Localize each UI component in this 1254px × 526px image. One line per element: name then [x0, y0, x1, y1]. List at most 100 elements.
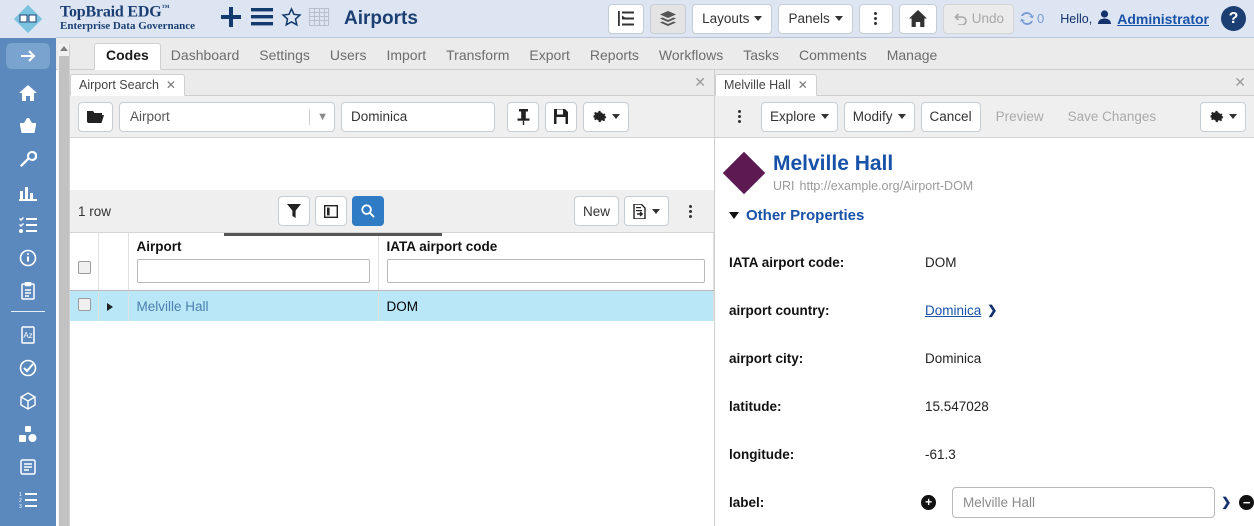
save-changes-button: Save Changes — [1058, 101, 1166, 132]
results-more-button[interactable] — [674, 196, 706, 226]
header-more-button[interactable] — [858, 3, 893, 34]
outline-toggle-button[interactable] — [608, 3, 645, 34]
column-header-airport[interactable]: Airport — [128, 233, 379, 291]
label-value-input[interactable]: Melville Hall — [951, 486, 1216, 518]
layouts-label: Layouts — [702, 11, 750, 26]
export-button[interactable] — [624, 196, 669, 226]
cancel-button[interactable]: Cancel — [920, 101, 981, 132]
other-properties-section-header[interactable]: Other Properties — [715, 193, 1254, 224]
property-label: IATA airport code: — [729, 254, 845, 270]
cancel-label: Cancel — [929, 109, 972, 124]
sidebar-item-shapes[interactable] — [6, 417, 50, 450]
properties-list: IATA airport code: DOM airport country: … — [715, 224, 1254, 526]
scroll-up-arrow-icon[interactable] — [60, 46, 68, 51]
panel-tab-label: Airport Search — [79, 78, 159, 92]
sidebar-item-checklist[interactable] — [6, 208, 50, 241]
airport-link[interactable]: Melville Hall — [137, 299, 209, 314]
hamburger-icon[interactable] — [250, 6, 274, 31]
sidebar-item-cube[interactable] — [6, 384, 50, 417]
tab-settings[interactable]: Settings — [249, 43, 320, 69]
sidebar-item-wrench[interactable] — [6, 142, 50, 175]
sidebar-item-glossary-az[interactable]: Az — [6, 318, 50, 351]
explore-button[interactable]: Explore — [761, 101, 838, 132]
airport-search-panel: Airport Search ✕ ✕ Airport ▼ Dominica 1 … — [70, 70, 714, 526]
resource-more-button[interactable] — [723, 102, 755, 132]
column-header-iata[interactable]: IATA airport code — [378, 233, 714, 291]
right-panel-close-icon[interactable]: ✕ — [1234, 74, 1246, 91]
sidebar-item-check-circle[interactable] — [6, 351, 50, 384]
panels-button[interactable]: Panels — [778, 3, 853, 34]
resource-settings-button[interactable] — [1200, 101, 1246, 132]
tab-comments[interactable]: Comments — [789, 43, 877, 69]
search-button[interactable] — [351, 196, 384, 226]
triangle-down-icon — [729, 212, 739, 220]
plus-icon[interactable] — [219, 5, 243, 32]
tab-reports[interactable]: Reports — [580, 43, 649, 69]
home-button[interactable] — [898, 3, 937, 34]
tab-manage[interactable]: Manage — [877, 43, 948, 69]
chevron-down-icon — [897, 114, 906, 119]
left-panel-close-icon[interactable]: ✕ — [694, 74, 706, 91]
search-type-select[interactable]: Airport ▼ — [119, 101, 335, 132]
sidebar-item-document[interactable] — [6, 450, 50, 483]
panel-tab-melville-hall[interactable]: Melville Hall ✕ — [715, 74, 817, 96]
chevron-down-icon[interactable]: ❯ — [1221, 495, 1231, 509]
project-title: Airports — [344, 7, 418, 29]
layers-toggle-button[interactable] — [650, 3, 687, 34]
tab-export[interactable]: Export — [519, 43, 579, 69]
chevron-down-icon[interactable]: ❯ — [987, 303, 997, 317]
sidebar-item-expand-arrow[interactable] — [6, 43, 50, 69]
save-button[interactable] — [545, 101, 577, 132]
sidebar-item-info[interactable] — [6, 241, 50, 274]
open-folder-button[interactable] — [78, 101, 113, 132]
modify-button[interactable]: Modify — [843, 101, 915, 132]
star-icon[interactable] — [281, 6, 302, 31]
remove-value-icon[interactable]: − — [1239, 494, 1254, 510]
tab-workflows[interactable]: Workflows — [649, 43, 733, 69]
sidebar-item-home[interactable] — [6, 76, 50, 109]
help-button[interactable]: ? — [1221, 6, 1246, 31]
sidebar-item-basket[interactable] — [6, 109, 50, 142]
add-value-icon[interactable]: + — [921, 494, 936, 510]
close-icon[interactable]: ✕ — [798, 78, 808, 92]
tab-codes[interactable]: Codes — [94, 43, 161, 70]
sync-status[interactable]: 0 — [1020, 11, 1044, 26]
column-filter-iata[interactable] — [386, 259, 705, 283]
chevron-down-icon — [754, 16, 763, 21]
tab-transform[interactable]: Transform — [436, 43, 519, 69]
property-label: label: — [729, 494, 765, 510]
property-value-link[interactable]: Dominica — [925, 303, 981, 318]
tab-dashboard[interactable]: Dashboard — [161, 43, 250, 69]
tab-users[interactable]: Users — [320, 43, 377, 69]
column-filter-airport[interactable] — [136, 259, 370, 283]
pin-button[interactable] — [507, 101, 539, 132]
expand-triangle-icon[interactable] — [106, 302, 113, 311]
tab-tasks[interactable]: Tasks — [733, 43, 789, 69]
sidebar-item-clipboard[interactable] — [6, 274, 50, 307]
tab-import[interactable]: Import — [376, 43, 436, 69]
grid-icon[interactable] — [309, 8, 330, 29]
sidebar-item-ordered-list[interactable]: 123 — [6, 483, 50, 516]
columns-button[interactable] — [314, 196, 347, 226]
save-changes-label: Save Changes — [1067, 109, 1157, 124]
table-row[interactable]: Melville Hall DOM — [70, 290, 714, 321]
property-row-iata: IATA airport code: DOM — [729, 238, 1254, 286]
row-checkbox[interactable] — [78, 298, 91, 311]
left-vertical-scrollbar[interactable] — [58, 44, 70, 526]
label-value-text: Melville Hall — [962, 494, 1035, 510]
panel-tab-airport-search[interactable]: Airport Search ✕ — [70, 74, 185, 96]
search-query-input[interactable]: Dominica — [341, 101, 495, 132]
sidebar-item-bar-chart[interactable] — [6, 175, 50, 208]
scrollbar-thumb[interactable] — [59, 56, 69, 526]
brand: TopBraid EDG™ Enterprise Data Governance — [56, 3, 195, 33]
close-icon[interactable]: ✕ — [166, 78, 176, 92]
administrator-link[interactable]: Administrator — [1117, 11, 1209, 27]
explore-label: Explore — [770, 109, 816, 124]
filter-button[interactable] — [277, 196, 310, 226]
search-settings-button[interactable] — [583, 101, 629, 132]
new-button[interactable]: New — [573, 196, 619, 226]
column-label-airport: Airport — [136, 239, 182, 254]
results-table: Airport IATA airport code Melville Hall — [70, 233, 714, 321]
select-all-checkbox[interactable] — [78, 261, 91, 274]
layouts-button[interactable]: Layouts — [692, 3, 773, 34]
